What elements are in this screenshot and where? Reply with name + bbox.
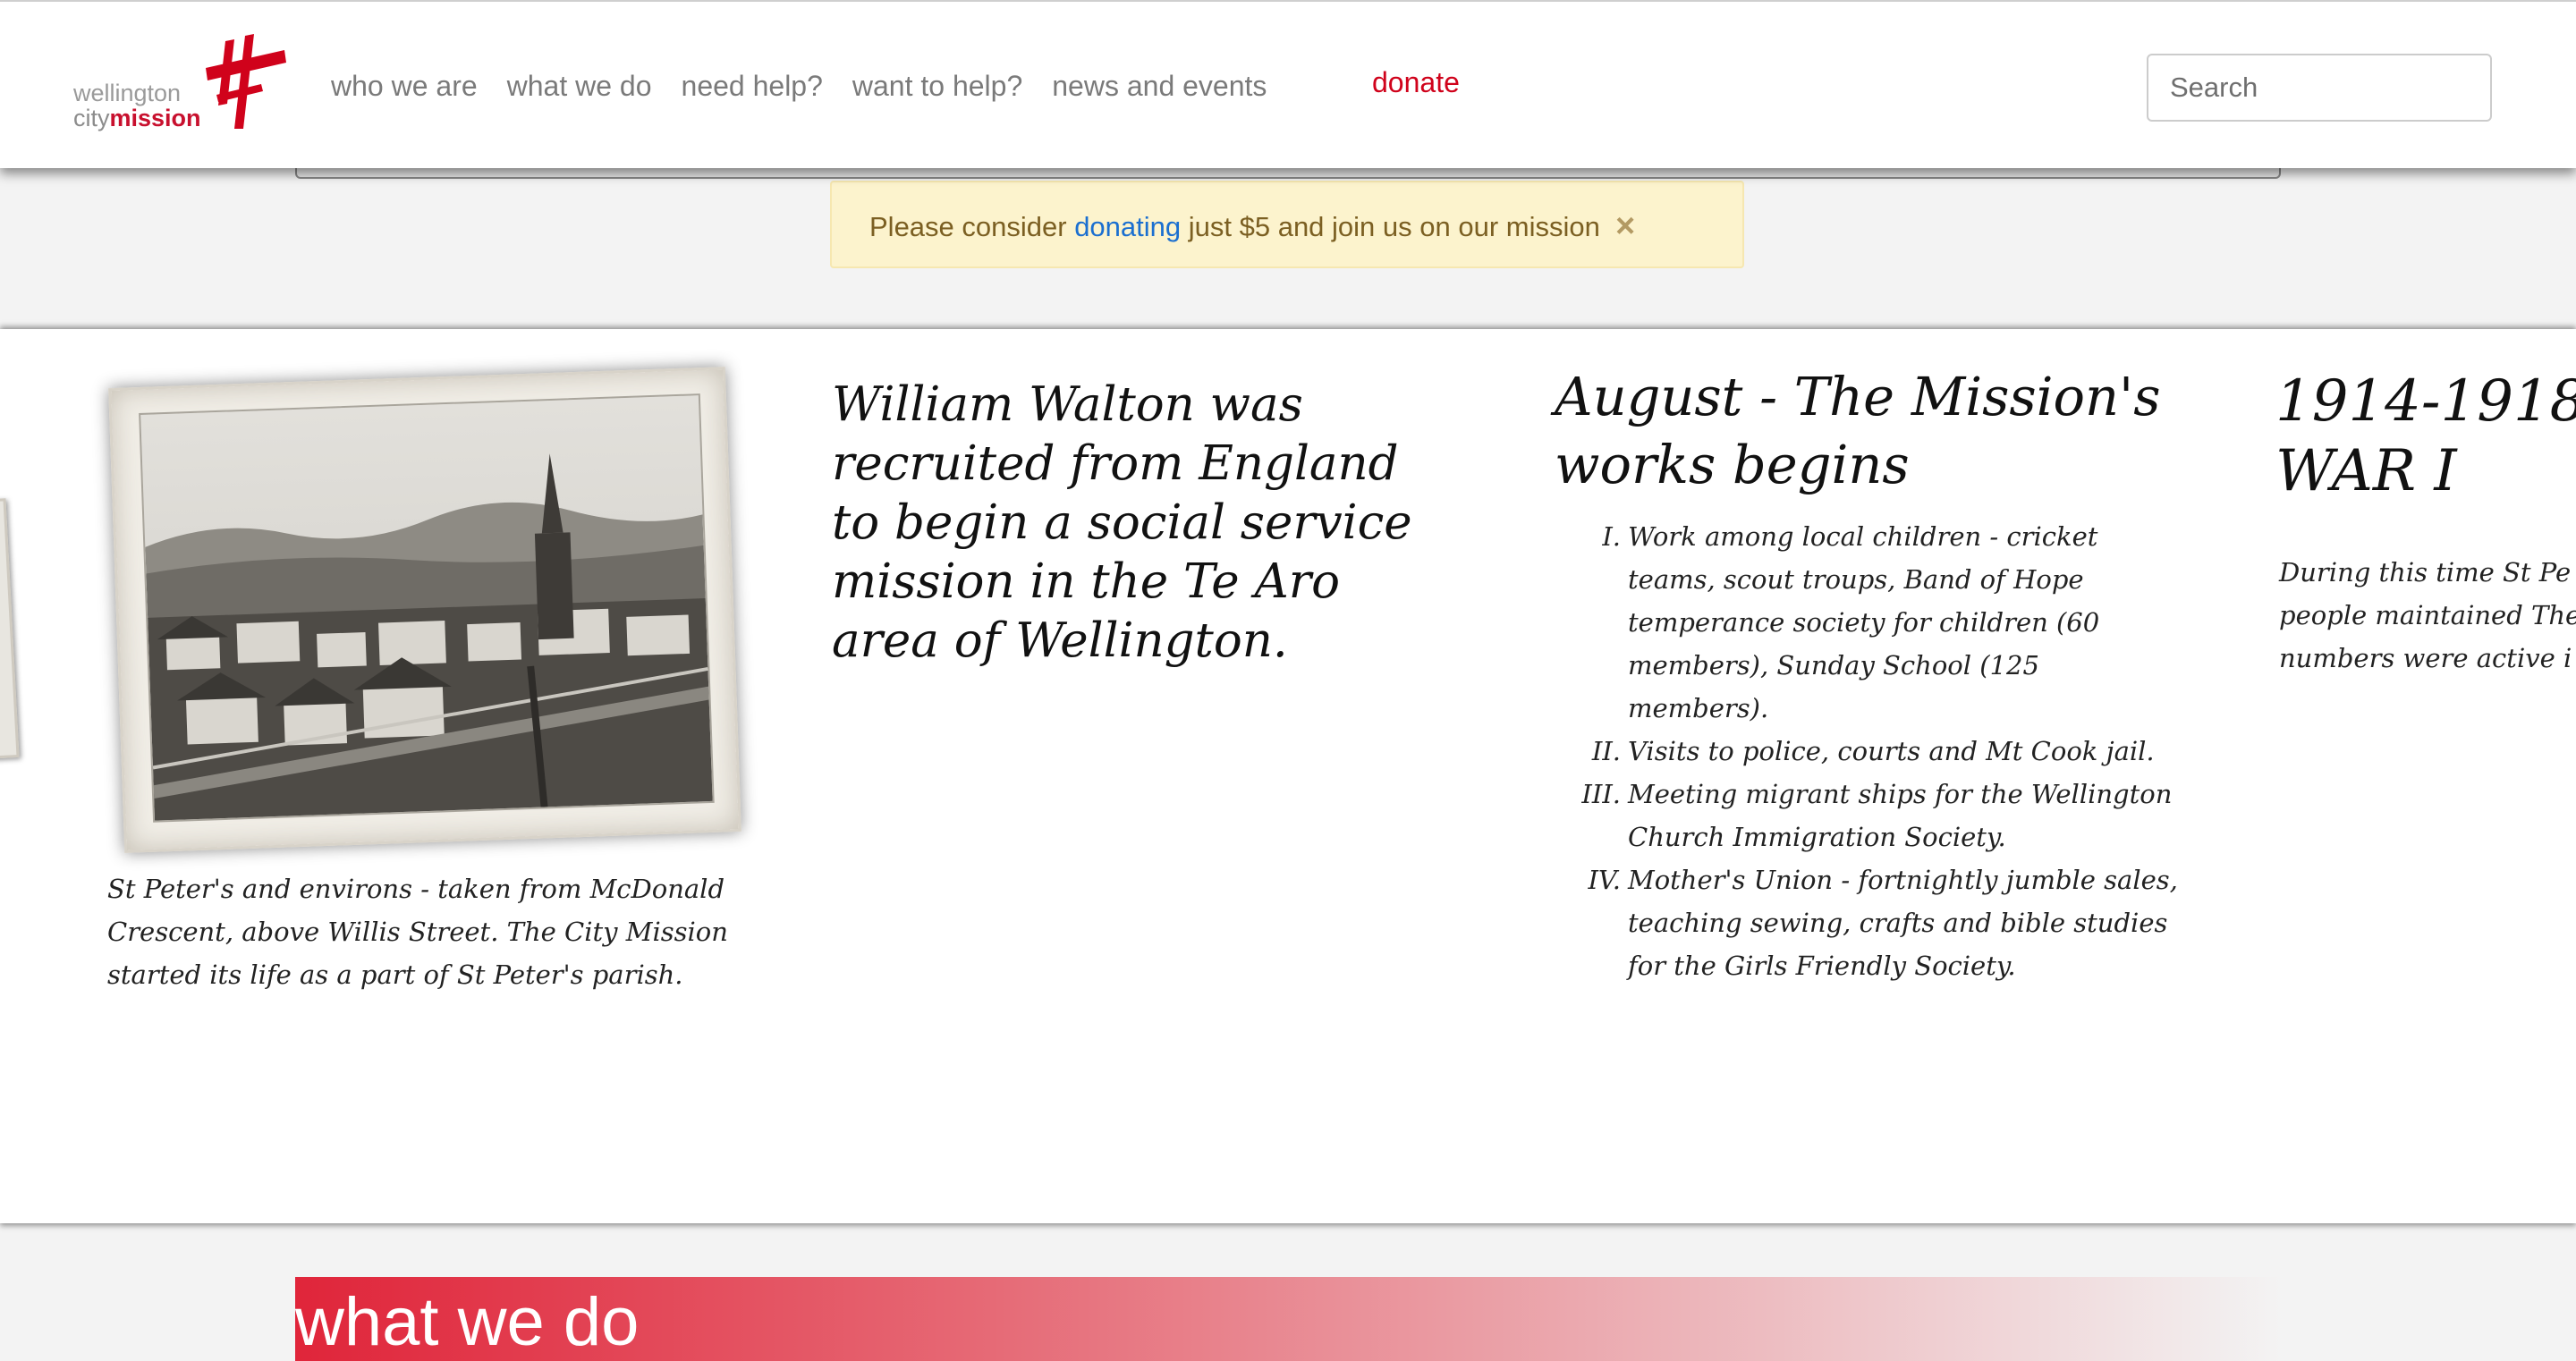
history-timeline[interactable]: St Peter's and environs - taken from McD…	[0, 329, 2576, 1223]
walton-entry: William Walton was recruited from Englan…	[832, 377, 1412, 668]
donation-alert: Please consider donating just $5 and joi…	[830, 181, 1744, 268]
cross-logo-icon	[206, 34, 286, 129]
war-text-line: numbers were active i	[2279, 643, 2572, 673]
logo-mission: mission	[109, 105, 201, 131]
photo-caption: St Peter's and environs - taken from McD…	[107, 874, 728, 990]
st-peters-photo	[108, 367, 741, 853]
war-text-line: During this time St Pe	[2279, 557, 2572, 588]
war-title-line-1: 1914-1918 W	[2275, 368, 2576, 435]
st-peters-photo-image	[139, 393, 715, 823]
nav-want-to-help[interactable]: want to help?	[852, 70, 1022, 103]
header-underlay	[295, 168, 2281, 179]
what-we-do-banner: what we do	[295, 1277, 2281, 1361]
list-item-number: IV.	[1588, 865, 1621, 895]
site-header: wellington citymission who we are what w…	[0, 0, 2576, 168]
logo-wordmark: wellington citymission	[73, 80, 201, 131]
list-item-text: Meeting migrant ships for the Wellington…	[1628, 779, 2173, 852]
nav-news-and-events[interactable]: news and events	[1052, 70, 1267, 103]
list-item: II. Visits to police, courts and Mt Cook …	[1574, 730, 2182, 773]
previous-photo-edge	[0, 498, 20, 759]
alert-text-after: just $5 and join us on our mission	[1181, 211, 1600, 242]
alert-text-before: Please consider	[869, 211, 1075, 242]
list-item-number: III.	[1581, 779, 1621, 809]
close-icon[interactable]: ×	[1615, 209, 1635, 243]
logo-line-1: wellington	[73, 80, 182, 106]
august-works-list: I. Work among local children - cricket te…	[1574, 515, 2182, 987]
list-item: I. Work among local children - cricket te…	[1574, 515, 2182, 730]
list-item-text: Visits to police, courts and Mt Cook jai…	[1628, 736, 2155, 766]
war-entry-text: During this time St Pe people maintained…	[2279, 551, 2576, 680]
list-item-number: II.	[1591, 736, 1621, 766]
logo-city: city	[73, 105, 110, 131]
list-item: III. Meeting migrant ships for the Wellin…	[1574, 773, 2182, 858]
list-item: IV. Mother's Union - fortnightly jumble s…	[1574, 858, 2182, 987]
alert-message: Please consider donating just $5 and joi…	[869, 211, 1600, 243]
wellington-city-mission-logo[interactable]: wellington citymission	[73, 32, 288, 138]
nav-need-help[interactable]: need help?	[682, 70, 823, 103]
list-item-number: I.	[1602, 521, 1621, 552]
photo-illustration	[140, 395, 713, 821]
nav-donate[interactable]: donate	[1372, 66, 1460, 99]
war-text-line: people maintained The	[2279, 600, 2576, 630]
war-title-line-2: WAR I	[2275, 438, 2457, 504]
nav-who-we-are[interactable]: who we are	[331, 70, 478, 103]
list-item-text: Work among local children - cricket team…	[1628, 521, 2100, 723]
august-entry-title: August - The Mission's works begins	[1555, 366, 2161, 495]
alert-donating-link[interactable]: donating	[1074, 211, 1181, 242]
war-entry-title: 1914-1918 W WAR I	[2275, 367, 2576, 506]
list-item-text: Mother's Union - fortnightly jumble sale…	[1628, 865, 2178, 981]
main-nav: who we are what we do need help? want to…	[331, 66, 1296, 106]
nav-what-we-do[interactable]: what we do	[507, 70, 652, 103]
search-input[interactable]	[2147, 54, 2492, 122]
what-we-do-heading: what we do	[295, 1284, 640, 1360]
